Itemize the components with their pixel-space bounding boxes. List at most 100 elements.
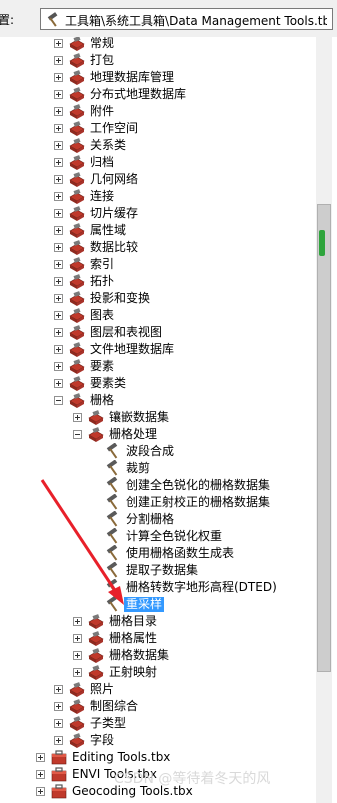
toolset-item[interactable]: 栅格目录 bbox=[0, 613, 316, 630]
tree-item-label: 字段 bbox=[90, 733, 115, 747]
tree-item-label: 地理数据库管理 bbox=[90, 70, 175, 84]
toolset-item[interactable]: 正射映射 bbox=[0, 664, 316, 681]
toolset-item[interactable]: 制图综合 bbox=[0, 698, 316, 715]
tree-item-label: 子类型 bbox=[90, 716, 127, 730]
expand-icon[interactable] bbox=[54, 736, 63, 745]
tool-item[interactable]: 使用栅格函数生成表 bbox=[0, 544, 316, 562]
expand-icon[interactable] bbox=[54, 124, 63, 133]
toolset-icon bbox=[68, 52, 86, 69]
expand-icon[interactable] bbox=[54, 328, 63, 337]
toolset-icon bbox=[87, 664, 105, 681]
scrollbar-thumb[interactable] bbox=[317, 204, 331, 672]
tool-item[interactable]: 栅格转数字地形高程(DTED) bbox=[0, 578, 316, 596]
tool-item[interactable]: 计算全色锐化权重 bbox=[0, 527, 316, 545]
toolset-item[interactable]: 栅格处理 bbox=[0, 426, 316, 443]
tool-item[interactable]: 提取子数据集 bbox=[0, 561, 316, 579]
toolset-item[interactable]: 栅格数据集 bbox=[0, 647, 316, 664]
tree-item-label: 数据比较 bbox=[90, 240, 139, 254]
expand-icon[interactable] bbox=[73, 413, 82, 422]
expand-icon[interactable] bbox=[73, 651, 82, 660]
toolset-item[interactable]: 关系类 bbox=[0, 137, 316, 154]
expand-icon[interactable] bbox=[54, 379, 63, 388]
toolset-item[interactable]: 打包 bbox=[0, 52, 316, 69]
toolset-item[interactable]: 要素 bbox=[0, 358, 316, 375]
toolset-item[interactable]: 图表 bbox=[0, 307, 316, 324]
toolset-item[interactable]: 要素类 bbox=[0, 375, 316, 392]
toolset-item[interactable]: 子类型 bbox=[0, 715, 316, 732]
expand-icon[interactable] bbox=[54, 260, 63, 269]
tool-item[interactable]: 创建全色锐化的栅格数据集 bbox=[0, 476, 316, 494]
expand-icon[interactable] bbox=[36, 753, 45, 762]
tool-item[interactable]: 分割栅格 bbox=[0, 510, 316, 528]
hammer-icon bbox=[47, 12, 58, 27]
expand-icon[interactable] bbox=[54, 56, 63, 65]
collapse-icon[interactable] bbox=[54, 396, 63, 405]
expand-icon[interactable] bbox=[54, 277, 63, 286]
toolset-item[interactable]: 栅格属性 bbox=[0, 630, 316, 647]
expand-icon[interactable] bbox=[54, 90, 63, 99]
scrollbar-grip[interactable] bbox=[319, 230, 325, 256]
toolset-item[interactable]: 字段 bbox=[0, 732, 316, 749]
toolset-item[interactable]: 索引 bbox=[0, 256, 316, 273]
expand-icon[interactable] bbox=[54, 73, 63, 82]
tool-item[interactable]: 裁剪 bbox=[0, 459, 316, 477]
toolset-item[interactable]: 文件地理数据库 bbox=[0, 341, 316, 358]
expand-icon[interactable] bbox=[36, 770, 45, 779]
expand-icon[interactable] bbox=[54, 158, 63, 167]
toolset-item[interactable]: 工作空间 bbox=[0, 120, 316, 137]
toolset-icon bbox=[68, 358, 86, 375]
tool-item[interactable]: 波段合成 bbox=[0, 442, 316, 460]
toolset-item[interactable]: 镶嵌数据集 bbox=[0, 409, 316, 426]
hammer-icon bbox=[104, 510, 122, 528]
toolset-item[interactable]: 地理数据库管理 bbox=[0, 69, 316, 86]
tree-item-label: 计算全色锐化权重 bbox=[126, 529, 223, 543]
tree-item-label: 正射映射 bbox=[109, 665, 158, 679]
toolset-item[interactable]: 栅格 bbox=[0, 392, 316, 409]
toolbox-item[interactable]: Editing Tools.tbx bbox=[0, 749, 316, 766]
toolset-item[interactable]: 常规 bbox=[0, 37, 316, 52]
tool-item[interactable]: 创建正射校正的栅格数据集 bbox=[0, 493, 316, 511]
expand-icon[interactable] bbox=[54, 362, 63, 371]
location-combo[interactable]: 工具箱\系统工具箱\Data Management Tools.tbx\栅 bbox=[40, 8, 333, 30]
tool-item[interactable]: 重采样 bbox=[0, 595, 316, 613]
toolset-item[interactable]: 照片 bbox=[0, 681, 316, 698]
expand-icon[interactable] bbox=[54, 226, 63, 235]
toolset-icon bbox=[87, 426, 105, 443]
expand-icon[interactable] bbox=[54, 209, 63, 218]
expand-icon[interactable] bbox=[54, 345, 63, 354]
toolset-item[interactable]: 附件 bbox=[0, 103, 316, 120]
expand-icon[interactable] bbox=[54, 702, 63, 711]
expand-icon[interactable] bbox=[54, 39, 63, 48]
toolset-icon bbox=[68, 154, 86, 171]
toolset-icon bbox=[68, 715, 86, 732]
expand-icon[interactable] bbox=[73, 668, 82, 677]
expand-icon[interactable] bbox=[73, 634, 82, 643]
expand-icon[interactable] bbox=[54, 141, 63, 150]
vertical-scrollbar[interactable] bbox=[316, 37, 332, 803]
toolset-item[interactable]: 归档 bbox=[0, 154, 316, 171]
toolset-item[interactable]: 属性域 bbox=[0, 222, 316, 239]
toolset-item[interactable]: 投影和变换 bbox=[0, 290, 316, 307]
toolset-item[interactable]: 分布式地理数据库 bbox=[0, 86, 316, 103]
expand-icon[interactable] bbox=[54, 175, 63, 184]
collapse-icon[interactable] bbox=[73, 430, 82, 439]
expand-icon[interactable] bbox=[54, 192, 63, 201]
toolbox-tree[interactable]: 常规 打包 地理数据库管理分布式地理数据库 附件 工作空间 关系类 归档 几何网络 连接 切片缓存… bbox=[0, 37, 316, 803]
expand-icon[interactable] bbox=[73, 617, 82, 626]
toolset-item[interactable]: 图层和表视图 bbox=[0, 324, 316, 341]
toolset-item[interactable]: 连接 bbox=[0, 188, 316, 205]
expand-icon[interactable] bbox=[54, 107, 63, 116]
expand-icon[interactable] bbox=[54, 719, 63, 728]
toolset-item[interactable]: 几何网络 bbox=[0, 171, 316, 188]
expand-icon[interactable] bbox=[36, 787, 45, 796]
tree-item-label: 索引 bbox=[90, 257, 115, 271]
toolset-item[interactable]: 切片缓存 bbox=[0, 205, 316, 222]
expand-icon[interactable] bbox=[54, 685, 63, 694]
expand-icon[interactable] bbox=[54, 294, 63, 303]
expand-icon[interactable] bbox=[54, 311, 63, 320]
tree-item-label: 创建全色锐化的栅格数据集 bbox=[126, 478, 271, 492]
toolset-item[interactable]: 拓扑 bbox=[0, 273, 316, 290]
toolset-item[interactable]: 数据比较 bbox=[0, 239, 316, 256]
toolset-icon bbox=[68, 239, 86, 256]
expand-icon[interactable] bbox=[54, 243, 63, 252]
